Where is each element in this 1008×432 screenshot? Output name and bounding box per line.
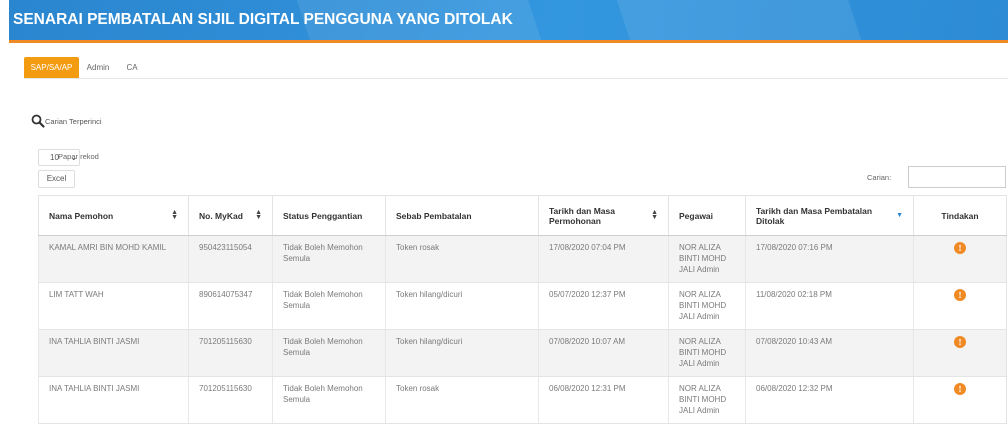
info-icon[interactable]: ! xyxy=(954,289,966,301)
tab-divider xyxy=(24,78,1008,79)
excel-export-button[interactable]: Excel xyxy=(38,170,75,188)
cell-nama: INA TAHLIA BINTI JASMI xyxy=(38,376,189,424)
col-header-sebab-pembatalan: Sebab Pembatalan xyxy=(385,195,539,236)
cell-nama: INA TAHLIA BINTI JASMI xyxy=(38,329,189,377)
cell-sebab: Token hilang/dicuri xyxy=(385,282,539,330)
col-header-tarikh-ditolak[interactable]: Tarikh dan Masa Pembatalan Ditolak ▼ xyxy=(745,195,914,236)
col-header-no-mykad[interactable]: No. MyKad ▲ ▼ xyxy=(188,195,273,236)
col-header-pegawai: Pegawai xyxy=(668,195,746,236)
cell-mykad: 890614075347 xyxy=(188,282,273,330)
table-header-row: Nama Pemohon ▲ ▼ No. MyKad ▲ ▼ Status Pengga… xyxy=(38,195,1007,236)
tab-admin[interactable]: Admin xyxy=(79,57,117,79)
col-header-tarikh-permohonan[interactable]: Tarikh dan Masa Permohonan ▲ ▼ xyxy=(538,195,669,236)
cell-mykad: 950423115054 xyxy=(188,235,273,283)
advanced-search-label: Carian Terperinci xyxy=(45,117,102,126)
filter-input[interactable] xyxy=(908,166,1006,188)
tab-sap-sa-ap[interactable]: SAP/SA/AP xyxy=(24,57,79,79)
cell-mykad: 701205115630 xyxy=(188,376,273,424)
cell-tarikh-permohonan: 17/08/2020 07:04 PM xyxy=(538,235,669,283)
col-header-status-penggantian: Status Penggantian xyxy=(272,195,386,236)
info-icon[interactable]: ! xyxy=(954,336,966,348)
info-icon[interactable]: ! xyxy=(954,242,966,254)
cell-sebab: Token rosak xyxy=(385,235,539,283)
cell-nama: LIM TATT WAH xyxy=(38,282,189,330)
cell-tarikh-ditolak: 07/08/2020 10:43 AM xyxy=(745,329,914,377)
cell-tindakan: ! xyxy=(913,376,1007,424)
table-row: LIM TATT WAH 890614075347 Tidak Boleh Me… xyxy=(38,282,1007,330)
cell-sebab: Token rosak xyxy=(385,376,539,424)
cell-pegawai: NOR ALIZA BINTI MOHD JALI Admin xyxy=(668,235,746,283)
search-icon xyxy=(31,114,45,128)
col-header-tindakan: Tindakan xyxy=(913,195,1007,236)
sort-desc-icon: ▼ xyxy=(896,212,903,219)
cell-tindakan: ! xyxy=(913,235,1007,283)
page: SENARAI PEMBATALAN SIJIL DIGITAL PENGGUN… xyxy=(0,0,1008,432)
cell-status: Tidak Boleh Memohon Semula xyxy=(272,329,386,377)
sort-icon: ▲ ▼ xyxy=(651,209,658,221)
records-table: Nama Pemohon ▲ ▼ No. MyKad ▲ ▼ Status Pengga… xyxy=(38,195,1007,424)
cell-tarikh-permohonan: 07/08/2020 10:07 AM xyxy=(538,329,669,377)
cell-tarikh-ditolak: 06/08/2020 12:32 PM xyxy=(745,376,914,424)
cell-tindakan: ! xyxy=(913,282,1007,330)
cell-status: Tidak Boleh Memohon Semula xyxy=(272,376,386,424)
table-row: INA TAHLIA BINTI JASMI 701205115630 Tida… xyxy=(38,329,1007,377)
cell-sebab: Token hilang/dicuri xyxy=(385,329,539,377)
cell-status: Tidak Boleh Memohon Semula xyxy=(272,282,386,330)
cell-pegawai: NOR ALIZA BINTI MOHD JALI Admin xyxy=(668,329,746,377)
table-row: KAMAL AMRI BIN MOHD KAMIL 950423115054 T… xyxy=(38,235,1007,283)
header-accent-line xyxy=(9,40,1008,43)
sort-icon: ▲ ▼ xyxy=(171,209,178,221)
cell-nama: KAMAL AMRI BIN MOHD KAMIL xyxy=(38,235,189,283)
table-row: INA TAHLIA BINTI JASMI 701205115630 Tida… xyxy=(38,376,1007,424)
cell-status: Tidak Boleh Memohon Semula xyxy=(272,235,386,283)
cell-tarikh-ditolak: 17/08/2020 07:16 PM xyxy=(745,235,914,283)
cell-tarikh-permohonan: 06/08/2020 12:31 PM xyxy=(538,376,669,424)
filter-label: Carian: xyxy=(867,173,892,182)
tab-ca[interactable]: CA xyxy=(117,57,147,79)
cell-tindakan: ! xyxy=(913,329,1007,377)
page-title: SENARAI PEMBATALAN SIJIL DIGITAL PENGGUN… xyxy=(13,11,513,28)
page-header: SENARAI PEMBATALAN SIJIL DIGITAL PENGGUN… xyxy=(9,0,1008,40)
sort-icon: ▲ ▼ xyxy=(255,209,262,221)
cell-tarikh-permohonan: 05/07/2020 12:37 PM xyxy=(538,282,669,330)
col-header-nama-pemohon[interactable]: Nama Pemohon ▲ ▼ xyxy=(38,195,189,236)
cell-mykad: 701205115630 xyxy=(188,329,273,377)
page-length-label: Papar rekod xyxy=(58,152,99,161)
info-icon[interactable]: ! xyxy=(954,383,966,395)
cell-tarikh-ditolak: 11/08/2020 02:18 PM xyxy=(745,282,914,330)
cell-pegawai: NOR ALIZA BINTI MOHD JALI Admin xyxy=(668,376,746,424)
content-panel: SENARAI PEMBATALAN SIJIL DIGITAL PENGGUN… xyxy=(9,0,1008,432)
cell-pegawai: NOR ALIZA BINTI MOHD JALI Admin xyxy=(668,282,746,330)
